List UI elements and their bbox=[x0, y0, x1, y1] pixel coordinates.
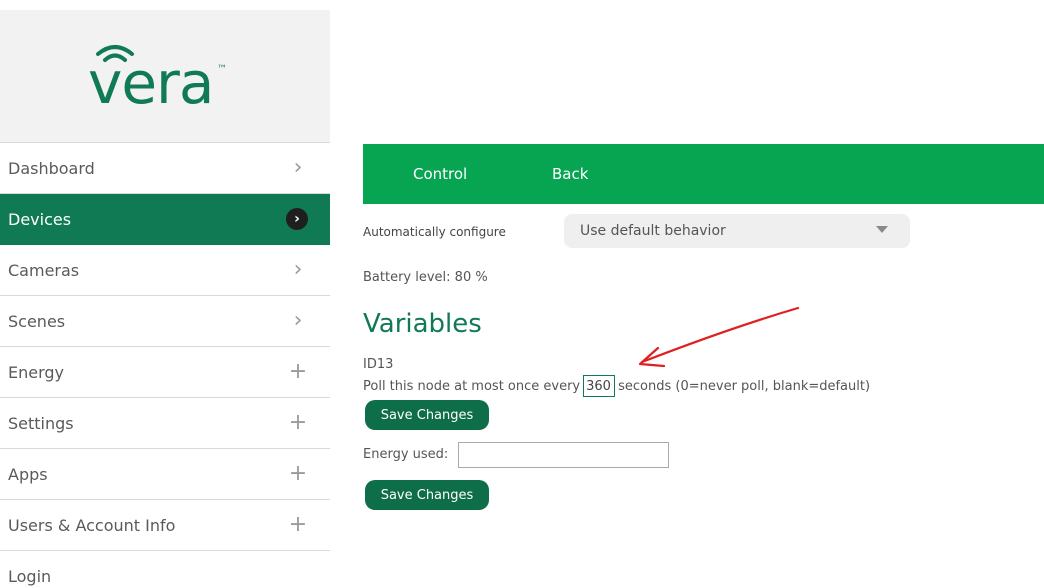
trademark: ™ bbox=[217, 64, 227, 75]
logo-area: vera ™ bbox=[0, 10, 330, 142]
sidebar-item-cameras[interactable]: Cameras › bbox=[0, 245, 330, 296]
sidebar-item-dashboard[interactable]: Dashboard › bbox=[0, 143, 330, 194]
logo-text: vera bbox=[88, 49, 214, 117]
red-arrow-annotation bbox=[638, 306, 800, 368]
sidebar-item-label: Energy bbox=[8, 362, 65, 382]
poll-interval-input[interactable] bbox=[583, 375, 616, 397]
auto-configure-select[interactable]: Use default behavior bbox=[564, 214, 910, 248]
sidebar-item-label: Cameras bbox=[8, 260, 80, 280]
chevron-right-icon: › bbox=[293, 155, 303, 180]
chevron-right-icon: › bbox=[293, 308, 303, 333]
sidebar-item-label: Settings bbox=[8, 413, 74, 433]
tab-control[interactable]: Control bbox=[413, 165, 467, 183]
sidebar-item-energy[interactable]: Energy + bbox=[0, 347, 330, 398]
tab-back[interactable]: Back bbox=[552, 165, 588, 183]
sidebar-item-scenes[interactable]: Scenes › bbox=[0, 296, 330, 347]
top-tab-bar: Control Back bbox=[363, 144, 1044, 204]
sidebar: vera ™ Dashboard › Devices › Cameras › Scenes ›… bbox=[0, 10, 330, 588]
sidebar-item-label: Users & Account Info bbox=[8, 515, 176, 535]
energy-used-input[interactable] bbox=[458, 442, 669, 468]
plus-icon: + bbox=[288, 359, 308, 384]
select-value: Use default behavior bbox=[580, 223, 726, 239]
sidebar-nav: Dashboard › Devices › Cameras › Scenes › Energy +… bbox=[0, 142, 330, 588]
sidebar-item-label: Devices bbox=[8, 209, 72, 229]
plus-icon: + bbox=[288, 410, 308, 435]
sidebar-item-devices[interactable]: Devices › bbox=[0, 194, 330, 245]
energy-used-label: Energy used: bbox=[363, 447, 449, 462]
sidebar-item-login[interactable]: Login bbox=[0, 551, 330, 588]
sidebar-item-settings[interactable]: Settings + bbox=[0, 398, 330, 449]
auto-configure-label: Automatically configure bbox=[363, 225, 506, 239]
sidebar-item-apps[interactable]: Apps + bbox=[0, 449, 330, 500]
plus-icon: + bbox=[288, 461, 308, 486]
sidebar-item-label: Login bbox=[8, 566, 52, 586]
save-changes-button-2[interactable]: Save Changes bbox=[365, 480, 489, 510]
poll-suffix: seconds (0=never poll, blank=default) bbox=[618, 378, 871, 394]
vera-logo: vera ™ bbox=[80, 36, 250, 116]
node-id: ID13 bbox=[363, 357, 394, 372]
chevron-right-icon: › bbox=[286, 208, 308, 230]
sidebar-item-label: Scenes bbox=[8, 311, 66, 331]
sidebar-item-label: Apps bbox=[8, 464, 48, 484]
sidebar-item-users-account-info[interactable]: Users & Account Info + bbox=[0, 500, 330, 551]
battery-level: Battery level: 80 % bbox=[363, 270, 488, 285]
dropdown-arrow-icon bbox=[876, 226, 888, 233]
save-changes-button[interactable]: Save Changes bbox=[365, 400, 489, 430]
poll-prefix: Poll this node at most once every bbox=[363, 378, 581, 394]
chevron-right-icon: › bbox=[293, 257, 303, 282]
variables-heading: Variables bbox=[363, 309, 482, 339]
plus-icon: + bbox=[288, 512, 308, 537]
sidebar-item-label: Dashboard bbox=[8, 158, 95, 178]
